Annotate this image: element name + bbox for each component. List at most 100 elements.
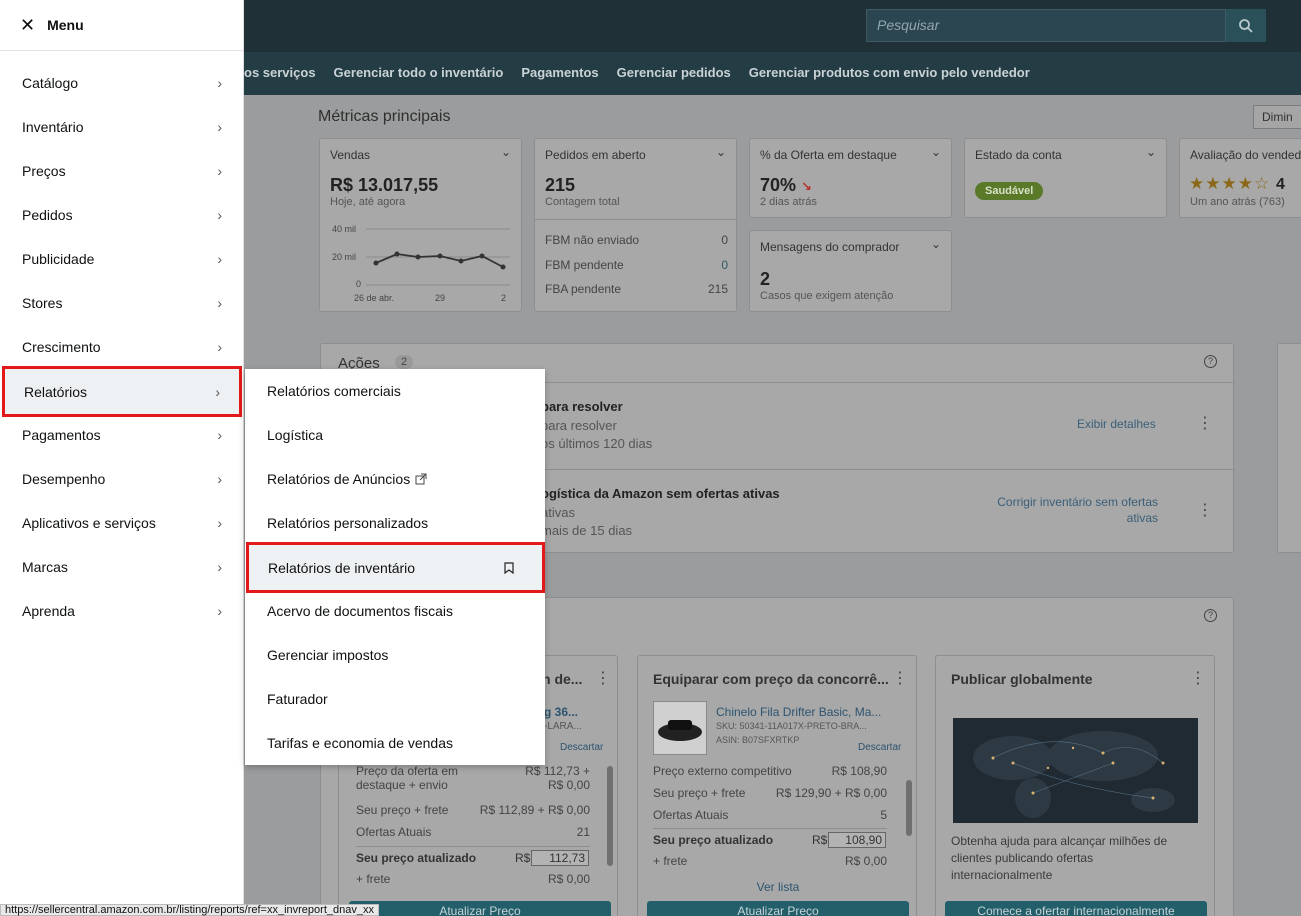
price-row-label: Preço externo competitivo <box>653 764 792 778</box>
nav-link-pagamentos[interactable]: Pagamentos <box>521 65 598 80</box>
submenu-item-tarifas[interactable]: Tarifas e economia de vendas <box>245 721 545 765</box>
menu-item-publicidade[interactable]: Publicidade › <box>0 237 244 281</box>
currency-label: R$ <box>515 851 531 865</box>
rating-stars: ★★★★☆ 4 <box>1189 174 1286 193</box>
submenu-item-relatorios-personalizados[interactable]: Relatórios personalizados <box>245 501 545 545</box>
world-map-image <box>953 718 1198 823</box>
close-icon[interactable]: ✕ <box>20 16 35 34</box>
menu-item-pedidos[interactable]: Pedidos › <box>0 193 244 237</box>
submenu-item-faturador[interactable]: Faturador <box>245 677 545 721</box>
status-bar-url: https://sellercentral.amazon.com.br/list… <box>0 904 379 916</box>
more-options-icon[interactable]: ⋮ <box>1197 500 1213 520</box>
menu-item-catalogo[interactable]: Catálogo › <box>0 61 244 105</box>
price-row: Preço externo competitivo R$ 108,90 <box>653 764 887 778</box>
global-card-description: Obtenha ajuda para alcançar milhões de c… <box>951 834 1168 882</box>
update-price-button[interactable]: Atualizar Preço <box>349 901 611 916</box>
global-card: Publicar globalmente ⋮ Obtenha ajuda par… <box>935 655 1215 916</box>
seller-rating-card[interactable]: Avaliação do vended ★★★★☆ 4 Um ano atrás… <box>1179 138 1301 218</box>
orders-card[interactable]: Pedidos em aberto ⌄ 215 Contagem total F… <box>534 138 738 312</box>
shipping-value: R$ 0,00 <box>844 854 887 868</box>
product-sku: -LARA... <box>544 721 582 732</box>
search-input[interactable]: Pesquisar <box>866 9 1226 42</box>
action-row-line: mais de 15 dias <box>541 523 633 538</box>
updated-price-input[interactable]: 112,73 <box>531 850 589 866</box>
submenu-item-acervo-fiscal[interactable]: Acervo de documentos fiscais <box>245 589 545 633</box>
nav-link-envio-vendedor[interactable]: Gerenciar produtos com envio pelo vended… <box>749 65 1030 80</box>
dim-button[interactable]: Dimin <box>1253 105 1301 129</box>
discard-link[interactable]: Descartar <box>858 742 901 753</box>
submenu-item-label: Faturador <box>267 691 328 707</box>
menu-item-label: Marcas <box>22 559 68 575</box>
chevron-down-icon[interactable]: ⌄ <box>716 145 726 159</box>
account-health-card[interactable]: Estado da conta ⌄ Saudável <box>964 138 1167 218</box>
x-tick-2: 2 <box>501 293 506 303</box>
help-icon[interactable]: ? <box>1204 609 1217 622</box>
buyer-messages-card[interactable]: Mensagens do comprador ⌄ 2 Casos que exi… <box>749 230 952 312</box>
price-row-value: 5 <box>880 808 887 822</box>
update-price-button[interactable]: Atualizar Preço <box>647 901 909 916</box>
view-details-link[interactable]: Exibir detalhes <box>1077 417 1156 431</box>
menu-item-inventario[interactable]: Inventário › <box>0 105 244 149</box>
start-global-offers-button[interactable]: Comece a ofertar internacionalmente <box>945 901 1207 916</box>
chevron-down-icon[interactable]: ⌄ <box>501 145 511 159</box>
menu-item-label: Pagamentos <box>22 427 101 443</box>
nav-link-servicos[interactable]: os serviços <box>244 65 316 80</box>
menu-item-relatorios[interactable]: Relatórios › <box>2 366 242 417</box>
sales-card[interactable]: Vendas ⌄ R$ 13.017,55 Hoje, até agora 40… <box>319 138 522 312</box>
more-options-icon[interactable]: ⋮ <box>892 668 908 688</box>
product-name-link[interactable]: Chinelo Fila Drifter Basic, Ma... <box>716 705 881 719</box>
updated-price-label: Seu preço atualizado <box>356 851 477 865</box>
metrics-title: Métricas principais <box>318 108 451 125</box>
updated-price-input[interactable]: 108,90 <box>828 832 886 848</box>
menu-item-pagamentos[interactable]: Pagamentos › <box>0 413 244 457</box>
submenu-item-label: Relatórios de Anúncios <box>267 471 411 487</box>
featured-offer-sub: 2 dias atrás <box>760 196 817 208</box>
submenu-item-label: Tarifas e economia de vendas <box>267 735 453 751</box>
submenu-item-relatorios-anuncios[interactable]: Relatórios de Anúncios <box>245 457 545 501</box>
submenu-item-label: Relatórios comerciais <box>267 383 401 399</box>
shipping-row: + frete R$ 0,00 <box>356 872 590 886</box>
help-icon[interactable]: ? <box>1204 355 1217 368</box>
chevron-down-icon[interactable]: ⌄ <box>931 237 941 251</box>
submenu-item-relatorios-comerciais[interactable]: Relatórios comerciais <box>245 369 545 413</box>
product-name-link[interactable]: g 36... <box>544 705 578 719</box>
menu-item-stores[interactable]: Stores › <box>0 281 244 325</box>
search-placeholder: Pesquisar <box>877 17 940 33</box>
chevron-down-icon[interactable]: ⌄ <box>1146 145 1156 159</box>
featured-offer-card[interactable]: % da Oferta em destaque ⌄ 70% ↘ 2 dias a… <box>749 138 952 218</box>
discard-link[interactable]: Descartar <box>560 742 603 753</box>
search-button[interactable] <box>1226 9 1266 42</box>
bookmark-icon[interactable] <box>504 561 514 574</box>
menu-item-crescimento[interactable]: Crescimento › <box>0 325 244 369</box>
orders-sub: Contagem total <box>545 196 620 208</box>
price-row-label: Preço da oferta em destaque + envio <box>356 764 459 792</box>
nav-link-pedidos[interactable]: Gerenciar pedidos <box>617 65 731 80</box>
more-options-icon[interactable]: ⋮ <box>595 668 611 688</box>
price-row: Seu preço + frete R$ 112,89 + R$ 0,00 <box>356 803 590 817</box>
scrollbar[interactable] <box>906 780 912 836</box>
chevron-down-icon[interactable]: ⌄ <box>931 145 941 159</box>
action-row-title: para resolver <box>541 399 623 414</box>
menu-item-marcas[interactable]: Marcas › <box>0 545 244 589</box>
nav-link-inventario[interactable]: Gerenciar todo o inventário <box>334 65 504 80</box>
submenu-item-relatorios-inventario[interactable]: Relatórios de inventário <box>246 542 545 593</box>
submenu-item-logistica[interactable]: Logística <box>245 413 545 457</box>
menu-item-precos[interactable]: Preços › <box>0 149 244 193</box>
product-sku: SKU: 50341-11A017X-PRETO-BRA... <box>716 721 867 731</box>
y-tick-20: 20 mil <box>332 252 356 262</box>
orders-row[interactable]: FBA pendente 215 <box>545 282 728 296</box>
orders-row[interactable]: FBM não enviado 0 <box>545 233 728 247</box>
fix-inventory-link[interactable]: Corrigir inventário sem ofertas ativas <box>981 494 1158 526</box>
submenu-item-gerenciar-impostos[interactable]: Gerenciar impostos <box>245 633 545 677</box>
seller-rating-label: Avaliação do vended <box>1190 148 1301 162</box>
menu-item-label: Aplicativos e serviços <box>22 515 156 531</box>
chevron-right-icon: › <box>217 471 222 487</box>
menu-item-desempenho[interactable]: Desempenho › <box>0 457 244 501</box>
scrollbar[interactable] <box>607 766 613 866</box>
view-list-link[interactable]: Ver lista <box>638 880 918 894</box>
more-options-icon[interactable]: ⋮ <box>1197 413 1213 433</box>
more-options-icon[interactable]: ⋮ <box>1190 668 1206 688</box>
menu-item-aplicativos[interactable]: Aplicativos e serviços › <box>0 501 244 545</box>
menu-item-aprenda[interactable]: Aprenda › <box>0 589 244 633</box>
orders-row[interactable]: FBM pendente 0 <box>545 258 728 272</box>
